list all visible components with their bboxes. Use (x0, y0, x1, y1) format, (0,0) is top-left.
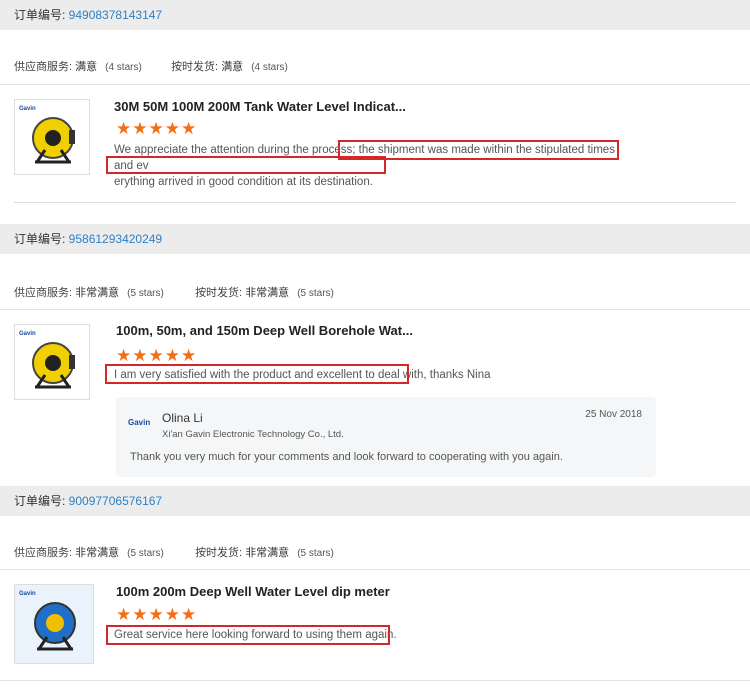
product-thumbnail[interactable]: Gavin (14, 584, 94, 664)
ship-label: 按时发货: (195, 287, 246, 299)
product-reel-image: Gavin (15, 585, 93, 663)
order-label: 订单编号: (14, 8, 69, 22)
product-reel-image: Gavin (19, 331, 75, 389)
ship-stars-text: (5 stars) (297, 288, 334, 299)
divider (0, 309, 750, 310)
product-title-link[interactable]: 100m 200m Deep Well Water Level dip mete… (116, 584, 390, 599)
product-title-link[interactable]: 100m, 50m, and 150m Deep Well Borehole W… (116, 323, 413, 338)
product-title-link[interactable]: 30M 50M 100M 200M Tank Water Level Indic… (114, 99, 406, 114)
rating-row: 供应商服务: 非常满意 (5 stars) 按时发货: 非常满意 (5 stars) (0, 284, 750, 300)
divider (0, 569, 750, 570)
service-stars-text: (4 stars) (105, 62, 142, 73)
ship-stars-text: (5 stars) (297, 548, 334, 559)
order-number-link[interactable]: 95861293420249 (69, 232, 162, 246)
service-value: 非常满意 (75, 287, 120, 299)
supplier-reply: Gavin Olina Li Xi'an Gavin Electronic Te… (116, 397, 656, 477)
order-label: 订单编号: (14, 232, 69, 246)
highlight-box (106, 156, 386, 174)
service-stars-text: (5 stars) (127, 288, 164, 299)
reply-date: 25 Nov 2018 (585, 409, 642, 420)
divider (14, 202, 736, 203)
ship-value: 非常满意 (245, 547, 290, 559)
rating-row: 供应商服务: 非常满意 (5 stars) 按时发货: 非常满意 (5 stars) (0, 544, 750, 560)
service-label: 供应商服务: (14, 547, 76, 559)
service-value: 非常满意 (75, 547, 120, 559)
svg-text:Gavin: Gavin (128, 418, 150, 427)
svg-text:Gavin: Gavin (19, 106, 36, 112)
order-header: 订单编号: 95861293420249 (0, 224, 750, 254)
ship-value: 非常满意 (245, 287, 290, 299)
supplier-logo-icon: Gavin (128, 415, 156, 429)
service-value: 满意 (75, 61, 98, 73)
highlight-box (106, 625, 390, 645)
ship-value: 满意 (221, 61, 244, 73)
rating-row: 供应商服务: 满意 (4 stars) 按时发货: 满意 (4 stars) (0, 58, 750, 74)
highlight-box (105, 364, 409, 384)
order-number-link[interactable]: 94908378143147 (69, 8, 162, 22)
divider (0, 680, 750, 681)
service-label: 供应商服务: (14, 287, 76, 299)
svg-text:Gavin: Gavin (19, 331, 36, 337)
reply-company: Xi'an Gavin Electronic Technology Co., L… (162, 429, 344, 440)
divider (0, 84, 750, 85)
ship-stars-text: (4 stars) (251, 62, 288, 73)
review-stars: ★★★★★ (116, 346, 198, 365)
service-label: 供应商服务: (14, 61, 76, 73)
reply-author-name: Olina Li (162, 411, 203, 425)
ship-label: 按时发货: (171, 61, 222, 73)
review-stars: ★★★★★ (116, 119, 198, 138)
product-thumbnail[interactable]: Gavin (14, 324, 90, 400)
product-reel-image: Gavin (19, 106, 75, 164)
svg-text:Gavin: Gavin (19, 591, 36, 597)
order-number-link[interactable]: 90097706576167 (69, 494, 162, 508)
order-header: 订单编号: 90097706576167 (0, 486, 750, 516)
reply-text: Thank you very much for your comments an… (130, 451, 563, 463)
order-header: 订单编号: 94908378143147 (0, 0, 750, 30)
product-thumbnail[interactable]: Gavin (14, 99, 90, 175)
ship-label: 按时发货: (195, 547, 246, 559)
order-label: 订单编号: (14, 494, 69, 508)
review-stars: ★★★★★ (116, 605, 198, 624)
service-stars-text: (5 stars) (127, 548, 164, 559)
review-line-2: erything arrived in good condition at it… (114, 176, 373, 188)
